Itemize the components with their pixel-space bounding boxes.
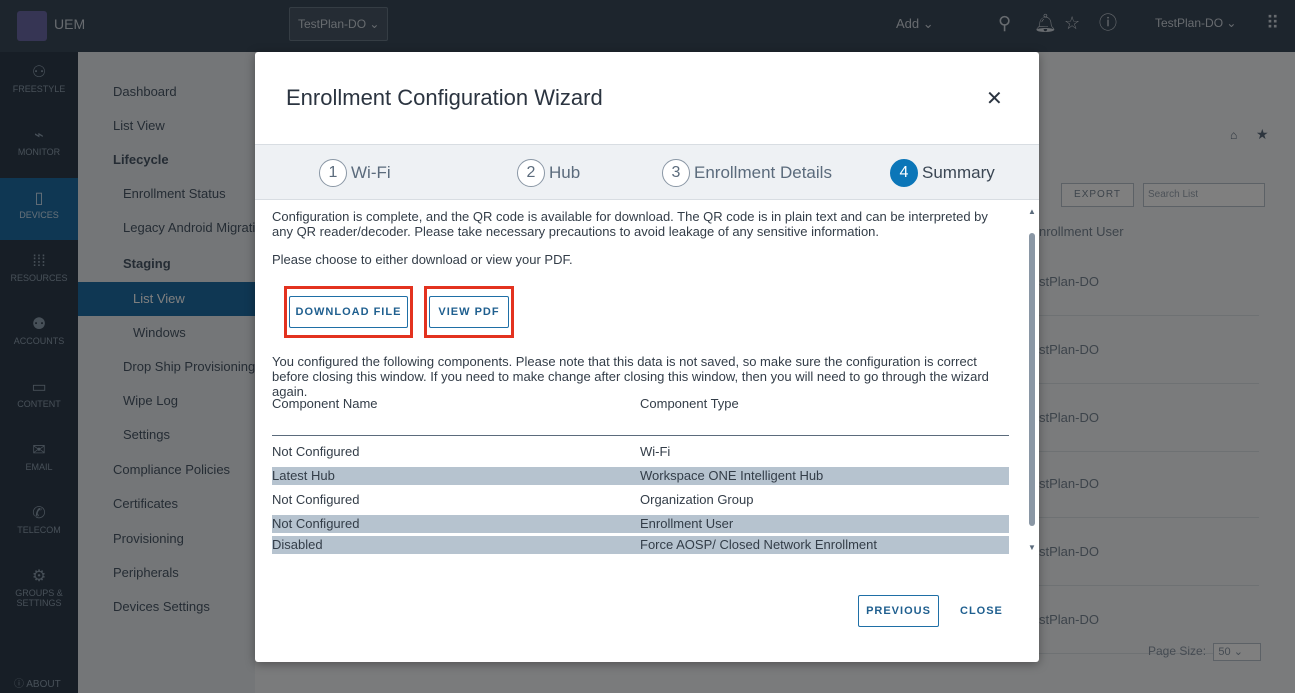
step-label: Hub [549,163,581,182]
table-row: Not Configured Organization Group [272,488,1009,512]
step-number: 2 [517,159,545,187]
intro-text: Configuration is complete, and the QR co… [272,209,988,239]
component-name-cell: Not Configured [272,444,360,459]
scroll-up-arrow-icon[interactable]: ▲ [1028,207,1036,216]
choose-text: Please choose to either download or view… [272,252,573,267]
step-label: Enrollment Details [694,163,832,182]
view-pdf-button[interactable]: VIEW PDF [429,296,509,328]
step-summary[interactable]: 4 Summary [890,145,995,201]
component-type-cell: Workspace ONE Intelligent Hub [640,468,824,483]
step-enrollment-details[interactable]: 3 Enrollment Details [662,145,832,201]
components-table: Component Name Component Type Not Config… [272,396,1009,557]
step-number: 4 [890,159,918,187]
modal-body: Configuration is complete, and the QR co… [255,201,1039,561]
component-type-cell: Wi-Fi [640,444,671,459]
close-icon[interactable]: ✕ [986,86,1003,111]
component-type-cell: Organization Group [640,492,754,507]
table-row: Not Configured Enrollment User [272,515,1009,533]
scroll-down-arrow-icon[interactable]: ▼ [1028,543,1036,552]
components-text: You configured the following components.… [272,354,989,399]
table-row: Disabled Force AOSP/ Closed Network Enro… [272,536,1009,554]
component-name-cell: Disabled [272,537,323,552]
step-wifi[interactable]: 1 Wi-Fi [319,145,391,201]
modal-title: Enrollment Configuration Wizard [286,85,603,110]
component-type-cell: Enrollment User [640,516,734,531]
component-name-cell: Not Configured [272,492,360,507]
component-type-cell: Force AOSP/ Closed Network Enrollment [640,537,877,552]
wizard-steps: 1 Wi-Fi 2 Hub 3 Enrollment Details 4 Sum… [255,144,1039,200]
step-number: 1 [319,159,347,187]
step-number: 3 [662,159,690,187]
table-row: Not Configured Wi-Fi [272,440,1009,464]
modal-scrollbar[interactable]: ▲ ▼ [1027,201,1039,561]
previous-button[interactable]: PREVIOUS [858,595,939,627]
column-header-component-name: Component Name [272,396,378,411]
download-file-button[interactable]: DOWNLOAD FILE [289,296,408,328]
step-label: Summary [922,163,995,182]
scroll-thumb[interactable] [1029,233,1035,526]
modal-footer: PREVIOUS CLOSE [255,561,1039,662]
table-header: Component Name Component Type [272,396,1009,436]
enrollment-configuration-wizard: Enrollment Configuration Wizard ✕ 1 Wi-F… [255,52,1039,662]
column-header-component-type: Component Type [640,396,739,411]
step-label: Wi-Fi [351,163,391,182]
close-button[interactable]: CLOSE [960,605,1003,617]
component-name-cell: Latest Hub [272,468,335,483]
step-hub[interactable]: 2 Hub [517,145,580,201]
table-row: Latest Hub Workspace ONE Intelligent Hub [272,467,1009,485]
component-name-cell: Not Configured [272,516,360,531]
